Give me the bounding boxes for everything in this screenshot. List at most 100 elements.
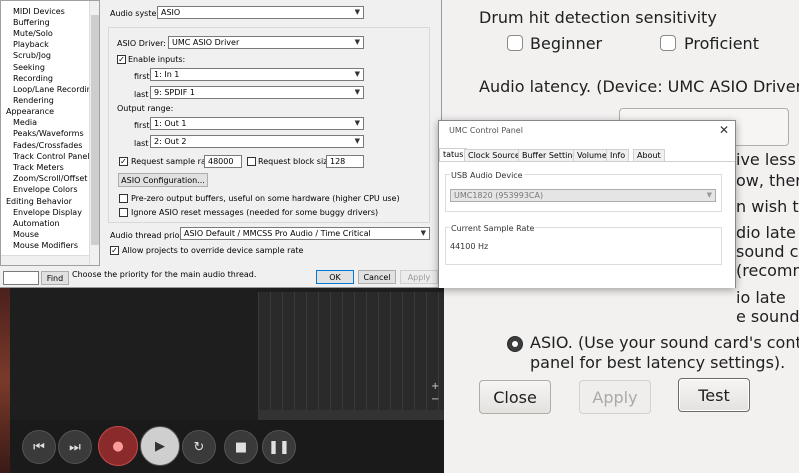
tree-item-buffering[interactable]: Buffering bbox=[13, 17, 50, 28]
preferences-tree[interactable]: MIDI Devices Buffering Mute/Solo Playbac… bbox=[0, 0, 100, 266]
tree-scroll-thumb[interactable] bbox=[91, 15, 99, 245]
asio-configuration-button[interactable]: ASIO Configuration... bbox=[118, 173, 208, 187]
audio-system-value: ASIO bbox=[161, 8, 181, 17]
umc-status-panel: USB Audio Device UMC1820 (953993CA) ▼ Cur… bbox=[439, 161, 735, 288]
close-button[interactable]: Close bbox=[479, 380, 551, 414]
skip-to-end-icon[interactable]: ⏭ bbox=[58, 430, 92, 464]
tree-item-scrub-jog[interactable]: Scrub/Jog bbox=[13, 50, 51, 61]
tree-item-loop-lane-recording[interactable]: Loop/Lane Recording bbox=[13, 84, 97, 95]
prezero-buffers-checkbox[interactable] bbox=[119, 194, 128, 203]
transport-bar: ⏮ ⏭ ● ▶ ↻ ■ ❚❚ bbox=[10, 420, 444, 473]
tree-item-automation[interactable]: Automation bbox=[13, 218, 60, 229]
asio-driver-value: UMC ASIO Driver bbox=[172, 38, 240, 47]
tree-item-mouse-modifiers[interactable]: Mouse Modifiers bbox=[13, 240, 78, 251]
usb-device-value: UMC1820 (953993CA) bbox=[454, 191, 544, 200]
play-icon[interactable]: ▶ bbox=[140, 426, 180, 466]
tab-about[interactable]: About bbox=[633, 149, 665, 161]
tree-item-midi-devices[interactable]: MIDI Devices bbox=[13, 6, 65, 17]
chevron-down-icon: ▼ bbox=[706, 191, 712, 199]
find-button[interactable]: Find bbox=[41, 271, 69, 285]
record-icon[interactable]: ● bbox=[98, 426, 138, 466]
loop-icon[interactable]: ↻ bbox=[182, 430, 216, 464]
tree-item-fades-crossfades[interactable]: Fades/Crossfades bbox=[13, 140, 82, 151]
input-last-label: last bbox=[134, 90, 149, 99]
chevron-down-icon: ▼ bbox=[354, 88, 360, 96]
ignore-asio-reset-checkbox[interactable] bbox=[119, 208, 128, 217]
request-block-size-checkbox[interactable] bbox=[247, 157, 256, 166]
track-area[interactable] bbox=[258, 292, 444, 410]
chevron-down-icon: ▼ bbox=[354, 38, 360, 46]
enable-inputs-label: Enable inputs: bbox=[128, 55, 186, 64]
zoom-in-icon[interactable]: + bbox=[431, 381, 439, 392]
tree-item-track-control-panels[interactable]: Track Control Panels bbox=[13, 151, 94, 162]
asio-radio[interactable] bbox=[507, 336, 523, 352]
daw-background: + − ⏮ ⏭ ● ▶ ↻ ■ ❚❚ bbox=[0, 286, 444, 473]
apply-button[interactable]: Apply bbox=[579, 380, 651, 414]
tree-scrollbar[interactable] bbox=[89, 1, 99, 265]
ignore-asio-reset-label: Ignore ASIO reset messages (needed for s… bbox=[131, 208, 379, 217]
audio-system-select[interactable]: ASIO ▼ bbox=[157, 6, 364, 19]
close-icon[interactable]: ✕ bbox=[719, 123, 729, 137]
asio-driver-label: ASIO Driver: bbox=[117, 39, 166, 48]
tree-item-envelope-colors[interactable]: Envelope Colors bbox=[13, 184, 78, 195]
asio-driver-select[interactable]: UMC ASIO Driver ▼ bbox=[168, 36, 364, 49]
partial-text-1: ive less bbox=[736, 150, 796, 169]
beginner-checkbox[interactable] bbox=[507, 35, 523, 51]
zoom-out-icon[interactable]: − bbox=[431, 394, 439, 405]
hint-text: Choose the priority for the main audio t… bbox=[72, 270, 257, 279]
input-last-select[interactable]: 9: SPDIF 1 ▼ bbox=[150, 86, 364, 99]
output-first-select[interactable]: 1: Out 1 ▼ bbox=[150, 117, 364, 130]
allow-override-checkbox[interactable]: ✓ bbox=[110, 246, 119, 255]
apply-button[interactable]: Apply bbox=[400, 270, 438, 284]
pause-icon[interactable]: ❚❚ bbox=[262, 430, 296, 464]
block-size-input[interactable]: 128 bbox=[326, 155, 364, 168]
sample-rate-input[interactable]: 48000 bbox=[204, 155, 242, 168]
partial-text-2: ow, ther bbox=[736, 171, 799, 190]
tree-item-rendering[interactable]: Rendering bbox=[13, 95, 54, 106]
tree-horizontal-scrollbar[interactable] bbox=[1, 255, 89, 265]
find-input[interactable] bbox=[3, 271, 39, 285]
partial-text-3: n wish to bbox=[736, 197, 799, 216]
cancel-button[interactable]: Cancel bbox=[358, 270, 396, 284]
track-horizontal-scrollbar[interactable] bbox=[258, 410, 444, 420]
enable-inputs-checkbox[interactable]: ✓ bbox=[117, 55, 126, 64]
partial-text-6: (recomm bbox=[736, 261, 799, 280]
tree-item-zoom-scroll-offset[interactable]: Zoom/Scroll/Offset bbox=[13, 173, 87, 184]
partial-text-7: io late bbox=[736, 288, 786, 307]
stop-icon[interactable]: ■ bbox=[224, 430, 258, 464]
test-button[interactable]: Test bbox=[678, 378, 750, 412]
chevron-down-icon: ▼ bbox=[354, 137, 360, 145]
asio-option-line1: ASIO. (Use your sound card's contr bbox=[530, 333, 799, 352]
tree-item-mute-solo[interactable]: Mute/Solo bbox=[13, 28, 53, 39]
tree-item-mouse[interactable]: Mouse bbox=[13, 229, 39, 240]
thread-priority-value: ASIO Default / MMCSS Pro Audio / Time Cr… bbox=[184, 229, 371, 238]
tree-item-appearance[interactable]: Appearance bbox=[6, 106, 54, 117]
tree-item-recording[interactable]: Recording bbox=[13, 73, 53, 84]
tree-item-peaks-waveforms[interactable]: Peaks/Waveforms bbox=[13, 128, 84, 139]
tab-clock-source[interactable]: Clock Source bbox=[464, 149, 524, 161]
ok-button[interactable]: OK bbox=[316, 270, 354, 284]
input-first-value: 1: In 1 bbox=[154, 70, 180, 79]
usb-device-select[interactable]: UMC1820 (953993CA) ▼ bbox=[450, 189, 716, 202]
tree-item-track-meters[interactable]: Track Meters bbox=[13, 162, 64, 173]
proficient-checkbox[interactable] bbox=[660, 35, 676, 51]
sample-rate-value: 44100 Hz bbox=[450, 242, 489, 251]
output-last-select[interactable]: 2: Out 2 ▼ bbox=[150, 135, 364, 148]
skip-to-start-icon[interactable]: ⏮ bbox=[22, 430, 56, 464]
allow-override-label: Allow projects to override device sample… bbox=[122, 246, 304, 255]
asio-option-line2: panel for best latency settings). bbox=[530, 353, 786, 372]
tree-item-playback[interactable]: Playback bbox=[13, 39, 49, 50]
tree-item-editing-behavior[interactable]: Editing Behavior bbox=[6, 196, 72, 207]
thread-priority-select[interactable]: ASIO Default / MMCSS Pro Audio / Time Cr… bbox=[180, 227, 430, 240]
tree-item-media[interactable]: Media bbox=[13, 117, 37, 128]
tree-item-envelope-display[interactable]: Envelope Display bbox=[13, 207, 82, 218]
prezero-buffers-label: Pre-zero output buffers, useful on some … bbox=[131, 194, 400, 203]
output-range-label: Output range: bbox=[117, 104, 174, 113]
tree-item-seeking[interactable]: Seeking bbox=[13, 62, 45, 73]
chevron-down-icon: ▼ bbox=[420, 229, 426, 237]
input-first-select[interactable]: 1: In 1 ▼ bbox=[150, 68, 364, 81]
output-first-label: first bbox=[134, 121, 150, 130]
input-last-value: 9: SPDIF 1 bbox=[154, 88, 195, 97]
request-sample-rate-checkbox[interactable]: ✓ bbox=[119, 157, 128, 166]
tab-info[interactable]: Info bbox=[606, 149, 630, 161]
